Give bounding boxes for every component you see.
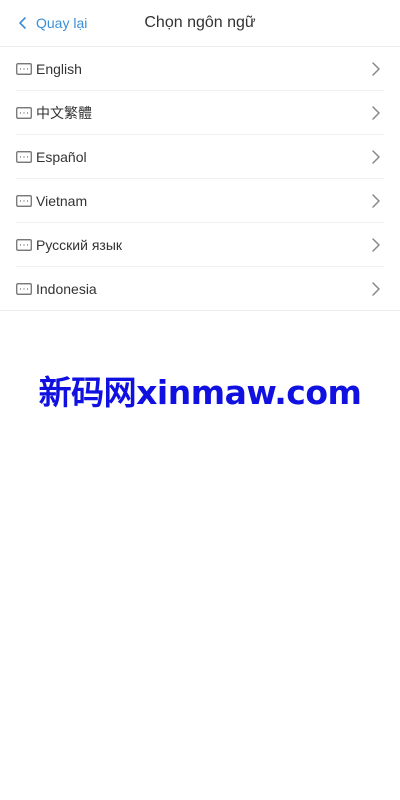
language-label: Español bbox=[36, 148, 87, 165]
chevron-left-icon bbox=[16, 16, 30, 30]
keyboard-icon bbox=[16, 238, 32, 251]
chevron-right-icon bbox=[370, 281, 382, 297]
chevron-right-icon bbox=[370, 193, 382, 209]
language-item-spanish[interactable]: Español bbox=[16, 135, 384, 179]
chevron-right-icon bbox=[370, 61, 382, 77]
language-label: Indonesia bbox=[36, 280, 97, 297]
language-item-traditional-chinese[interactable]: 中文繁體 bbox=[16, 91, 384, 135]
language-list: English 中文繁體 Español Vietnam Русский язы… bbox=[0, 47, 400, 311]
keyboard-icon bbox=[16, 194, 32, 207]
keyboard-icon bbox=[16, 106, 32, 119]
language-item-indonesian[interactable]: Indonesia bbox=[16, 267, 384, 310]
keyboard-icon bbox=[16, 62, 32, 75]
keyboard-icon bbox=[16, 282, 32, 295]
language-label: 中文繁體 bbox=[36, 104, 92, 121]
watermark: 新码网xinmaw.com bbox=[38, 373, 362, 412]
language-item-vietnamese[interactable]: Vietnam bbox=[16, 179, 384, 223]
language-item-english[interactable]: English bbox=[16, 47, 384, 91]
chevron-right-icon bbox=[370, 237, 382, 253]
language-label: English bbox=[36, 60, 82, 77]
language-item-russian[interactable]: Русский язык bbox=[16, 223, 384, 267]
back-label: Quay lại bbox=[36, 15, 88, 31]
language-select-screen: Quay lại Chọn ngôn ngữ English 中文繁體 Espa… bbox=[0, 0, 400, 800]
chevron-right-icon bbox=[370, 149, 382, 165]
chevron-right-icon bbox=[370, 105, 382, 121]
language-label: Vietnam bbox=[36, 192, 88, 209]
language-label: Русский язык bbox=[36, 236, 123, 253]
header: Quay lại Chọn ngôn ngữ bbox=[0, 0, 400, 47]
keyboard-icon bbox=[16, 150, 32, 163]
back-button[interactable]: Quay lại bbox=[16, 0, 87, 46]
